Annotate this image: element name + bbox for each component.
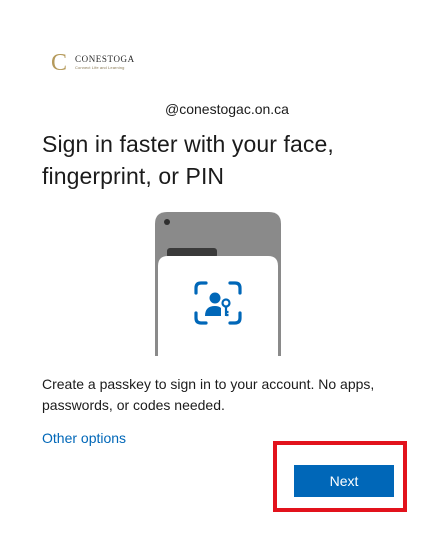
conestoga-logo: C CONESTOGA Connect Life and Learning bbox=[48, 48, 158, 76]
next-button[interactable]: Next bbox=[294, 465, 394, 497]
page-title-line-1: Sign in faster with your face, bbox=[42, 131, 334, 157]
passkey-signin-dialog: C CONESTOGA Connect Life and Learning @c… bbox=[0, 0, 436, 540]
logo-wordmark: CONESTOGA Connect Life and Learning bbox=[75, 53, 135, 70]
passkey-description: Create a passkey to sign in to your acco… bbox=[42, 376, 375, 413]
passkey-illustration bbox=[155, 212, 281, 356]
logo-name: CONESTOGA bbox=[75, 53, 135, 64]
page-title-line-2: fingerprint, or PIN bbox=[42, 163, 225, 189]
other-options-link[interactable]: Other options bbox=[42, 430, 126, 446]
conestoga-c-mark-icon: C bbox=[51, 50, 67, 75]
page-title: Sign in faster with your face, fingerpri… bbox=[42, 128, 402, 192]
svg-text:C: C bbox=[51, 50, 67, 75]
phone-card-illustration bbox=[158, 256, 278, 356]
logo-tagline: Connect Life and Learning bbox=[75, 64, 125, 70]
phone-camera-icon bbox=[164, 219, 170, 225]
account-email: @conestogac.on.ca bbox=[165, 101, 289, 117]
